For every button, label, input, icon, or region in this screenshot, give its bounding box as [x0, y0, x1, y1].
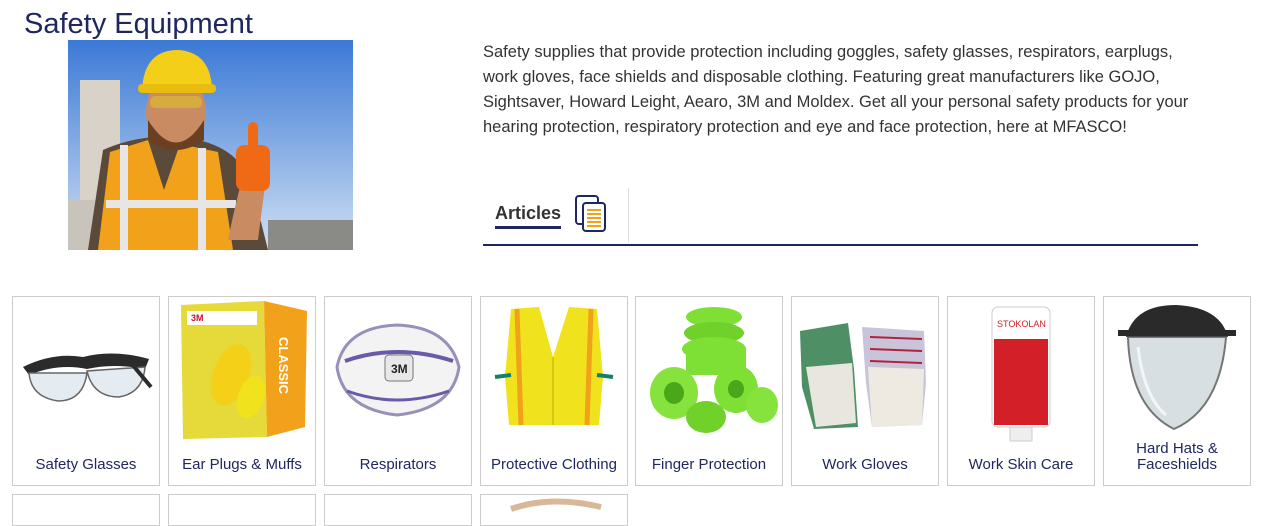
safety-glasses-icon	[23, 353, 153, 402]
tab-bar: Articles	[483, 188, 1198, 246]
category-tile-respirators[interactable]: 3M Respirators	[324, 296, 472, 486]
category-label: Work Gloves	[822, 456, 908, 473]
category-tile[interactable]	[12, 494, 160, 526]
tab-articles[interactable]: Articles	[483, 188, 629, 242]
skin-care-brand: STOKOLAN	[997, 319, 1046, 329]
category-tile-work-skin-care[interactable]: STOKOLAN Work Skin Care	[947, 296, 1095, 486]
category-label: Hard Hats & Faceshields	[1136, 440, 1218, 473]
page-title: Safety Equipment	[24, 8, 253, 40]
tab-articles-label: Articles	[495, 202, 562, 229]
safety-vest-icon	[494, 307, 614, 426]
category-tile-protective-clothing[interactable]: Protective Clothing	[480, 296, 628, 486]
category-tile-work-gloves[interactable]: Work Gloves	[791, 296, 939, 486]
product-image-icon	[510, 498, 602, 512]
documents-icon	[573, 194, 609, 234]
category-tile-safety-glasses[interactable]: Safety Glasses	[12, 296, 160, 486]
category-tile[interactable]	[480, 494, 628, 526]
svg-text:CLASSIC: CLASSIC	[276, 337, 291, 395]
category-tile[interactable]	[324, 494, 472, 526]
respirator-brand: 3M	[391, 362, 408, 376]
category-description: Safety supplies that provide protection …	[483, 43, 1189, 136]
respirator-mask-icon: 3M	[335, 323, 461, 417]
work-gloves-icon	[800, 323, 926, 429]
category-tile-finger-protection[interactable]: Finger Protection	[635, 296, 783, 486]
category-label: Work Skin Care	[968, 456, 1074, 473]
skin-care-tube-icon: STOKOLAN	[991, 306, 1051, 442]
category-label: Safety Glasses	[35, 456, 137, 473]
category-label: Respirators	[359, 456, 437, 473]
category-tile-ear-plugs-muffs[interactable]: 3M CLASSIC Ear Plugs & Muffs	[168, 296, 316, 486]
category-tile-hard-hats-faceshields[interactable]: Hard Hats & Faceshields	[1103, 296, 1251, 486]
category-label: Finger Protection	[651, 456, 767, 473]
ear-plugs-box-icon: 3M CLASSIC	[181, 301, 307, 439]
category-label: Ear Plugs & Muffs	[182, 456, 302, 473]
category-label: Protective Clothing	[491, 456, 617, 473]
hero-image	[68, 40, 353, 250]
category-tile[interactable]	[168, 494, 316, 526]
svg-text:3M: 3M	[191, 313, 204, 323]
faceshield-icon	[1118, 305, 1236, 431]
finger-tape-icon	[650, 307, 778, 433]
